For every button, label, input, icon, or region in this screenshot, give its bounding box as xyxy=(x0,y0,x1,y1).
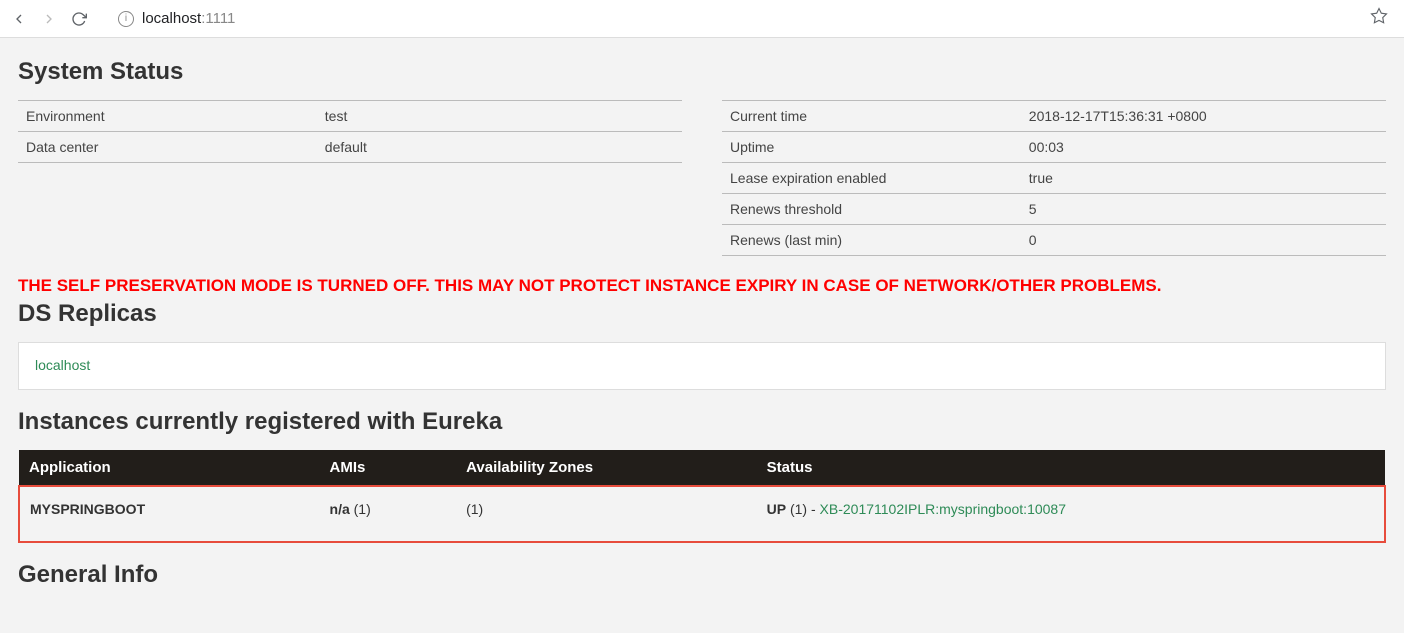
url-port: :1111 xyxy=(201,10,235,27)
page-content: System Status Environment test Data cent… xyxy=(0,38,1404,633)
url-host: localhost xyxy=(142,10,201,27)
status-label: Renews (last min) xyxy=(722,225,1021,256)
address-bar[interactable]: i localhost:1111 xyxy=(108,6,1358,31)
site-info-icon[interactable]: i xyxy=(118,11,134,27)
instance-row: MYSPRINGBOOT n/a (1) (1) UP (1) - XB-201… xyxy=(19,486,1385,542)
status-label: Renews threshold xyxy=(722,194,1021,225)
table-row: Renews (last min) 0 xyxy=(722,225,1386,256)
instances-heading: Instances currently registered with Eure… xyxy=(18,408,1386,436)
instance-link[interactable]: XB-20171102IPLR:myspringboot:10087 xyxy=(820,501,1066,517)
env-label: Data center xyxy=(18,132,317,163)
status-value: true xyxy=(1021,163,1386,194)
back-button[interactable] xyxy=(10,10,28,28)
table-row: Environment test xyxy=(18,101,682,132)
browser-toolbar: i localhost:1111 xyxy=(0,0,1404,38)
col-status: Status xyxy=(757,450,1385,486)
table-row: Data center default xyxy=(18,132,682,163)
status-value: 00:03 xyxy=(1021,132,1386,163)
env-value: default xyxy=(317,132,682,163)
environment-table: Environment test Data center default xyxy=(18,100,682,163)
ds-replicas-heading: DS Replicas xyxy=(18,300,1386,328)
status-value: 5 xyxy=(1021,194,1386,225)
status-value: 0 xyxy=(1021,225,1386,256)
col-zones: Availability Zones xyxy=(456,450,757,486)
status-label: Current time xyxy=(722,101,1021,132)
col-amis: AMIs xyxy=(320,450,457,486)
status-value: 2018-12-17T15:36:31 +0800 xyxy=(1021,101,1386,132)
bookmark-star-icon[interactable] xyxy=(1370,7,1388,30)
status-label: Lease expiration enabled xyxy=(722,163,1021,194)
replica-box: localhost xyxy=(18,342,1386,390)
general-info-heading: General Info xyxy=(18,561,1386,589)
env-label: Environment xyxy=(18,101,317,132)
replica-link[interactable]: localhost xyxy=(35,357,90,373)
table-row: Current time 2018-12-17T15:36:31 +0800 xyxy=(722,101,1386,132)
instance-status: UP (1) - XB-20171102IPLR:myspringboot:10… xyxy=(757,486,1385,542)
system-status-heading: System Status xyxy=(18,58,1386,86)
instance-zones: (1) xyxy=(456,486,757,542)
status-table: Current time 2018-12-17T15:36:31 +0800 U… xyxy=(722,100,1386,256)
forward-button[interactable] xyxy=(40,10,58,28)
table-row: Lease expiration enabled true xyxy=(722,163,1386,194)
instances-table: Application AMIs Availability Zones Stat… xyxy=(18,450,1386,543)
col-application: Application xyxy=(19,450,320,486)
reload-button[interactable] xyxy=(70,10,88,28)
self-preservation-warning: THE SELF PRESERVATION MODE IS TURNED OFF… xyxy=(18,276,1386,296)
env-value: test xyxy=(317,101,682,132)
instance-application: MYSPRINGBOOT xyxy=(19,486,320,542)
status-label: Uptime xyxy=(722,132,1021,163)
table-row: Renews threshold 5 xyxy=(722,194,1386,225)
instance-amis: n/a (1) xyxy=(320,486,457,542)
table-row: Uptime 00:03 xyxy=(722,132,1386,163)
